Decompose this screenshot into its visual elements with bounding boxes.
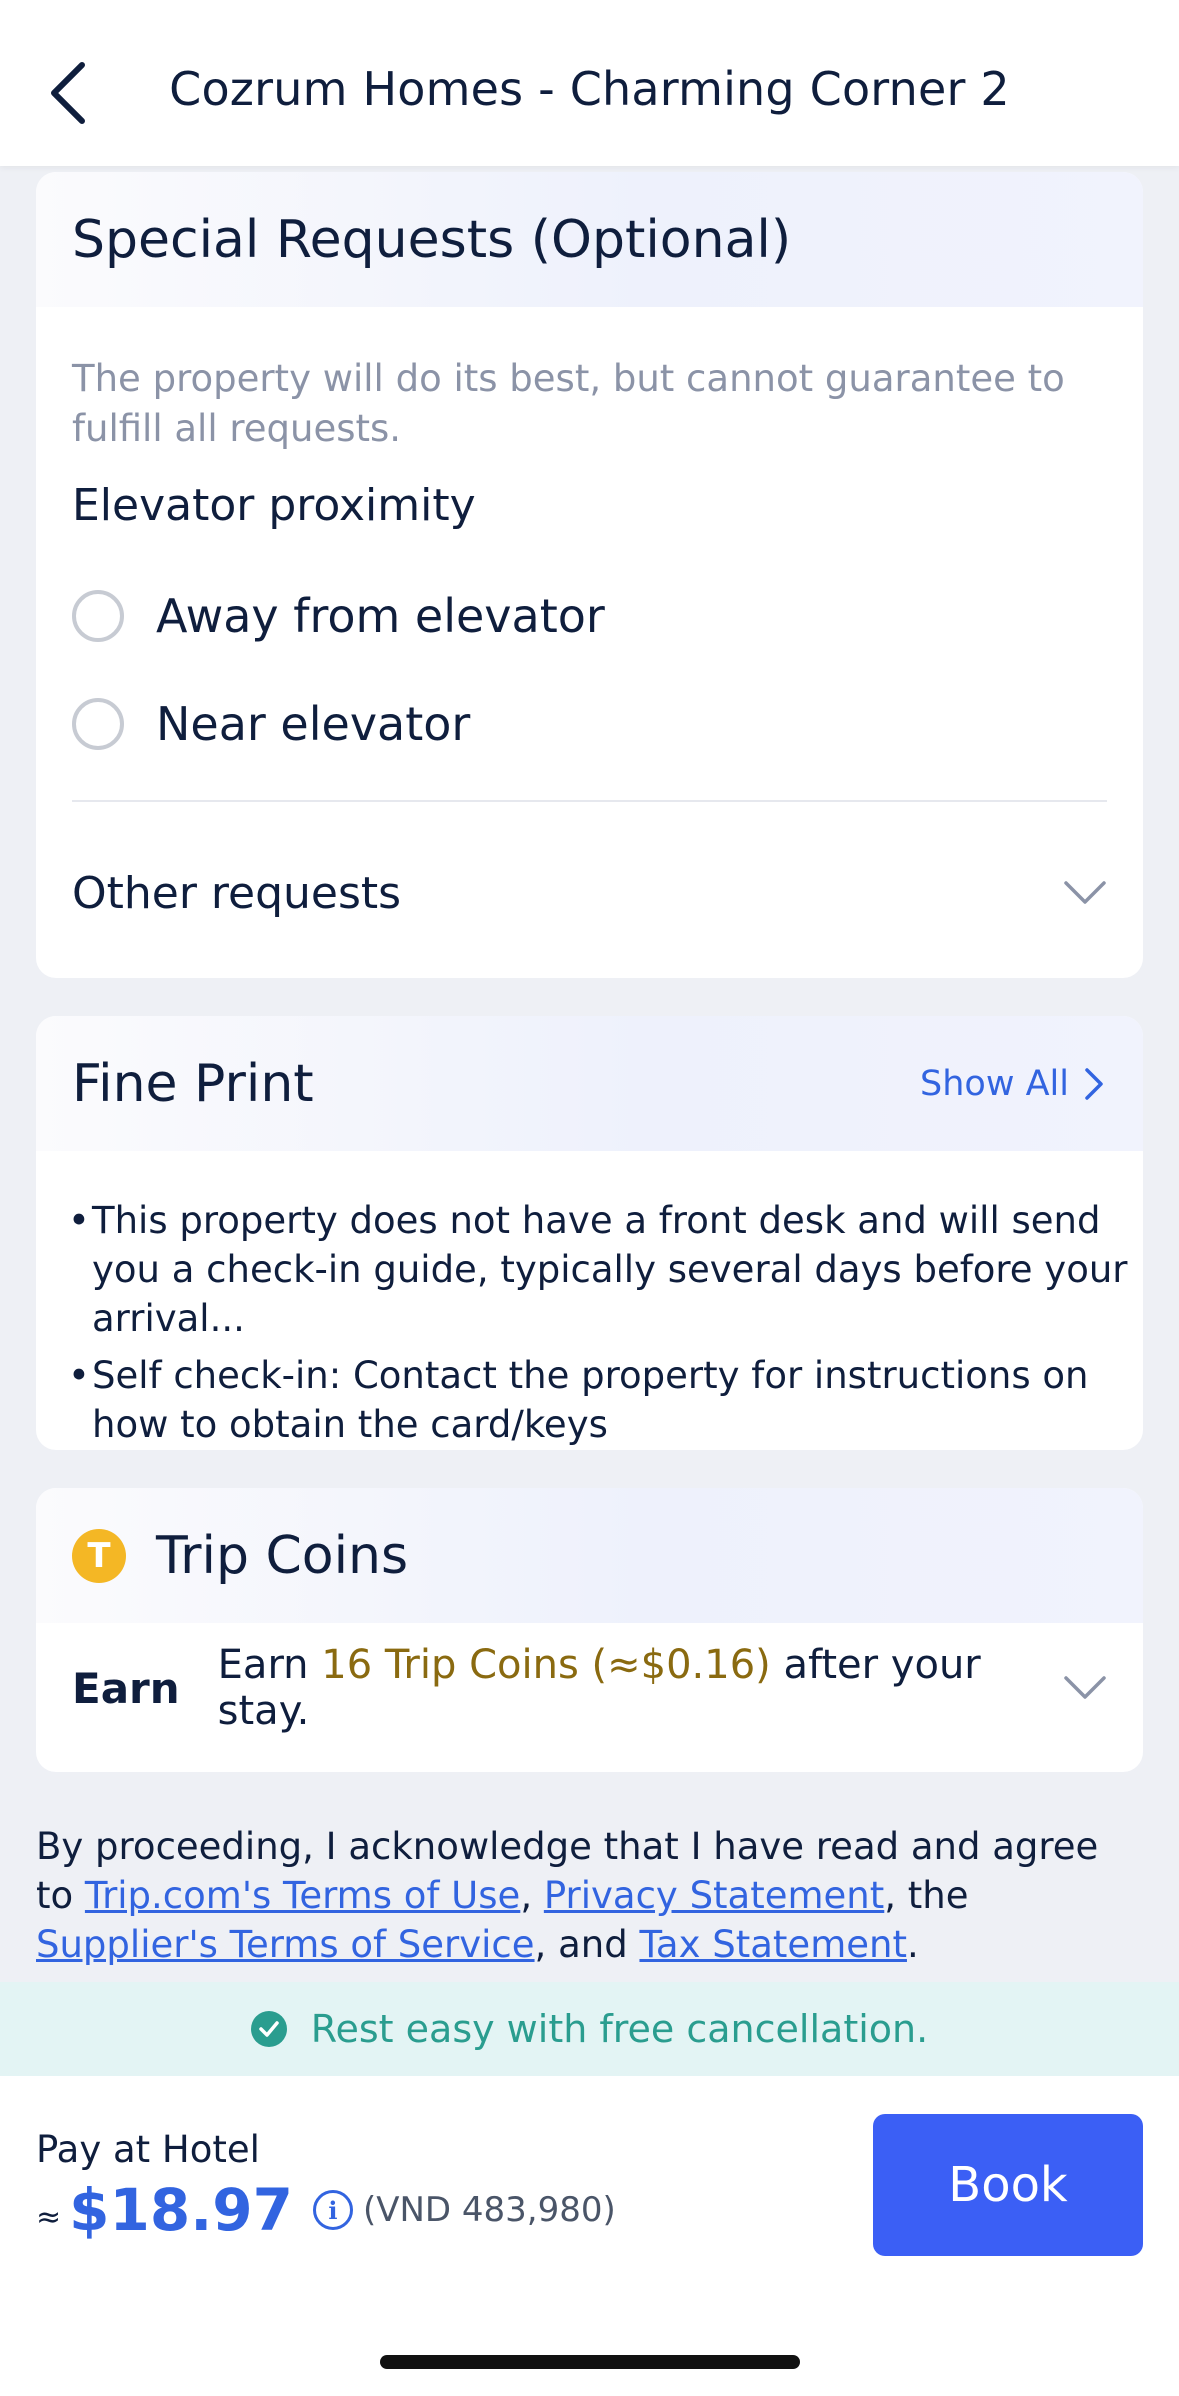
option-away-from-elevator[interactable]: Away from elevator bbox=[72, 584, 605, 648]
pay-at-hotel-label: Pay at Hotel bbox=[36, 2128, 260, 2171]
fine-print-title: Fine Print bbox=[72, 1053, 314, 1114]
chevron-down-icon bbox=[1064, 881, 1106, 904]
legal-sep: , and bbox=[534, 1923, 640, 1966]
trip-coin-icon: T bbox=[72, 1528, 126, 1583]
elevator-proximity-title: Elevator proximity bbox=[72, 480, 476, 531]
earn-label: Earn bbox=[72, 1663, 180, 1713]
legal-agreement-text: By proceeding, I acknowledge that I have… bbox=[36, 1822, 1146, 1969]
fine-print-header: Fine Print Show All bbox=[36, 1016, 1143, 1151]
fine-print-text: This property does not have a front desk… bbox=[92, 1199, 1128, 1340]
special-requests-title: Special Requests (Optional) bbox=[72, 209, 792, 270]
price-row: ≈ $18.97 i (VND 483,980) bbox=[36, 2176, 616, 2244]
earn-amount: 16 Trip Coins (≈$0.16) bbox=[321, 1642, 771, 1688]
terms-of-use-link[interactable]: Trip.com's Terms of Use bbox=[85, 1874, 520, 1917]
privacy-statement-link[interactable]: Privacy Statement bbox=[544, 1874, 884, 1917]
special-requests-header: Special Requests (Optional) bbox=[36, 172, 1143, 307]
earn-description: Earn 16 Trip Coins (≈$0.16) after your s… bbox=[218, 1642, 1063, 1734]
legal-sep: , the bbox=[884, 1874, 969, 1917]
other-requests-label: Other requests bbox=[72, 867, 402, 919]
total-price: $18.97 bbox=[69, 2176, 293, 2244]
option-label: Near elevator bbox=[156, 697, 471, 751]
top-nav-bar: Cozrum Homes - Charming Corner 2 bbox=[0, 0, 1179, 166]
trip-coins-card: T Trip Coins Earn Earn 16 Trip Coins (≈$… bbox=[36, 1488, 1143, 1772]
book-button[interactable]: Book bbox=[873, 2114, 1143, 2256]
free-cancellation-banner: Rest easy with free cancellation. bbox=[0, 1982, 1179, 2076]
bullet-dot: • bbox=[68, 1199, 90, 1242]
legal-end: . bbox=[906, 1923, 919, 1966]
fine-print-list: • This property does not have a front de… bbox=[68, 1196, 1128, 1450]
booking-footer: Pay at Hotel ≈ $18.97 i (VND 483,980) Bo… bbox=[0, 2076, 1179, 2396]
fine-print-card: Fine Print Show All • This property does… bbox=[36, 1016, 1143, 1450]
supplier-terms-link[interactable]: Supplier's Terms of Service bbox=[36, 1923, 535, 1966]
special-requests-note: The property will do its best, but canno… bbox=[72, 357, 1065, 450]
other-requests-row[interactable]: Other requests bbox=[72, 848, 1107, 938]
list-item: • Self check-in: Contact the property fo… bbox=[68, 1351, 1128, 1449]
chevron-right-icon bbox=[1085, 1067, 1103, 1100]
info-icon[interactable]: i bbox=[312, 2190, 353, 2230]
home-indicator bbox=[380, 2355, 800, 2369]
fine-print-text: Self check-in: Contact the property for … bbox=[92, 1354, 1089, 1446]
trip-coins-header: T Trip Coins bbox=[36, 1488, 1143, 1623]
check-circle-icon bbox=[250, 2011, 287, 2047]
page-title: Cozrum Homes - Charming Corner 2 bbox=[169, 62, 1010, 116]
tax-statement-link[interactable]: Tax Statement bbox=[639, 1923, 907, 1966]
approx-symbol: ≈ bbox=[36, 2199, 62, 2235]
list-item: • This property does not have a front de… bbox=[68, 1196, 1128, 1343]
free-cancellation-text: Rest easy with free cancellation. bbox=[310, 2007, 929, 2051]
earn-prefix: Earn bbox=[217, 1642, 322, 1688]
earn-row[interactable]: Earn Earn 16 Trip Coins (≈$0.16) after y… bbox=[72, 1642, 1107, 1734]
option-label: Away from elevator bbox=[156, 589, 605, 643]
show-all-link[interactable]: Show All bbox=[920, 1064, 1107, 1104]
trip-coins-title: Trip Coins bbox=[156, 1525, 409, 1586]
radio-button[interactable] bbox=[72, 590, 124, 642]
show-all-label: Show All bbox=[920, 1063, 1069, 1104]
special-requests-card: Special Requests (Optional) The property… bbox=[36, 172, 1143, 978]
bullet-dot: • bbox=[68, 1354, 90, 1397]
chevron-down-icon bbox=[1064, 1676, 1106, 1699]
radio-button[interactable] bbox=[72, 698, 124, 750]
local-currency-price: (VND 483,980) bbox=[362, 2190, 616, 2230]
legal-sep: , bbox=[520, 1874, 544, 1917]
option-near-elevator[interactable]: Near elevator bbox=[72, 692, 470, 756]
divider bbox=[72, 800, 1107, 802]
